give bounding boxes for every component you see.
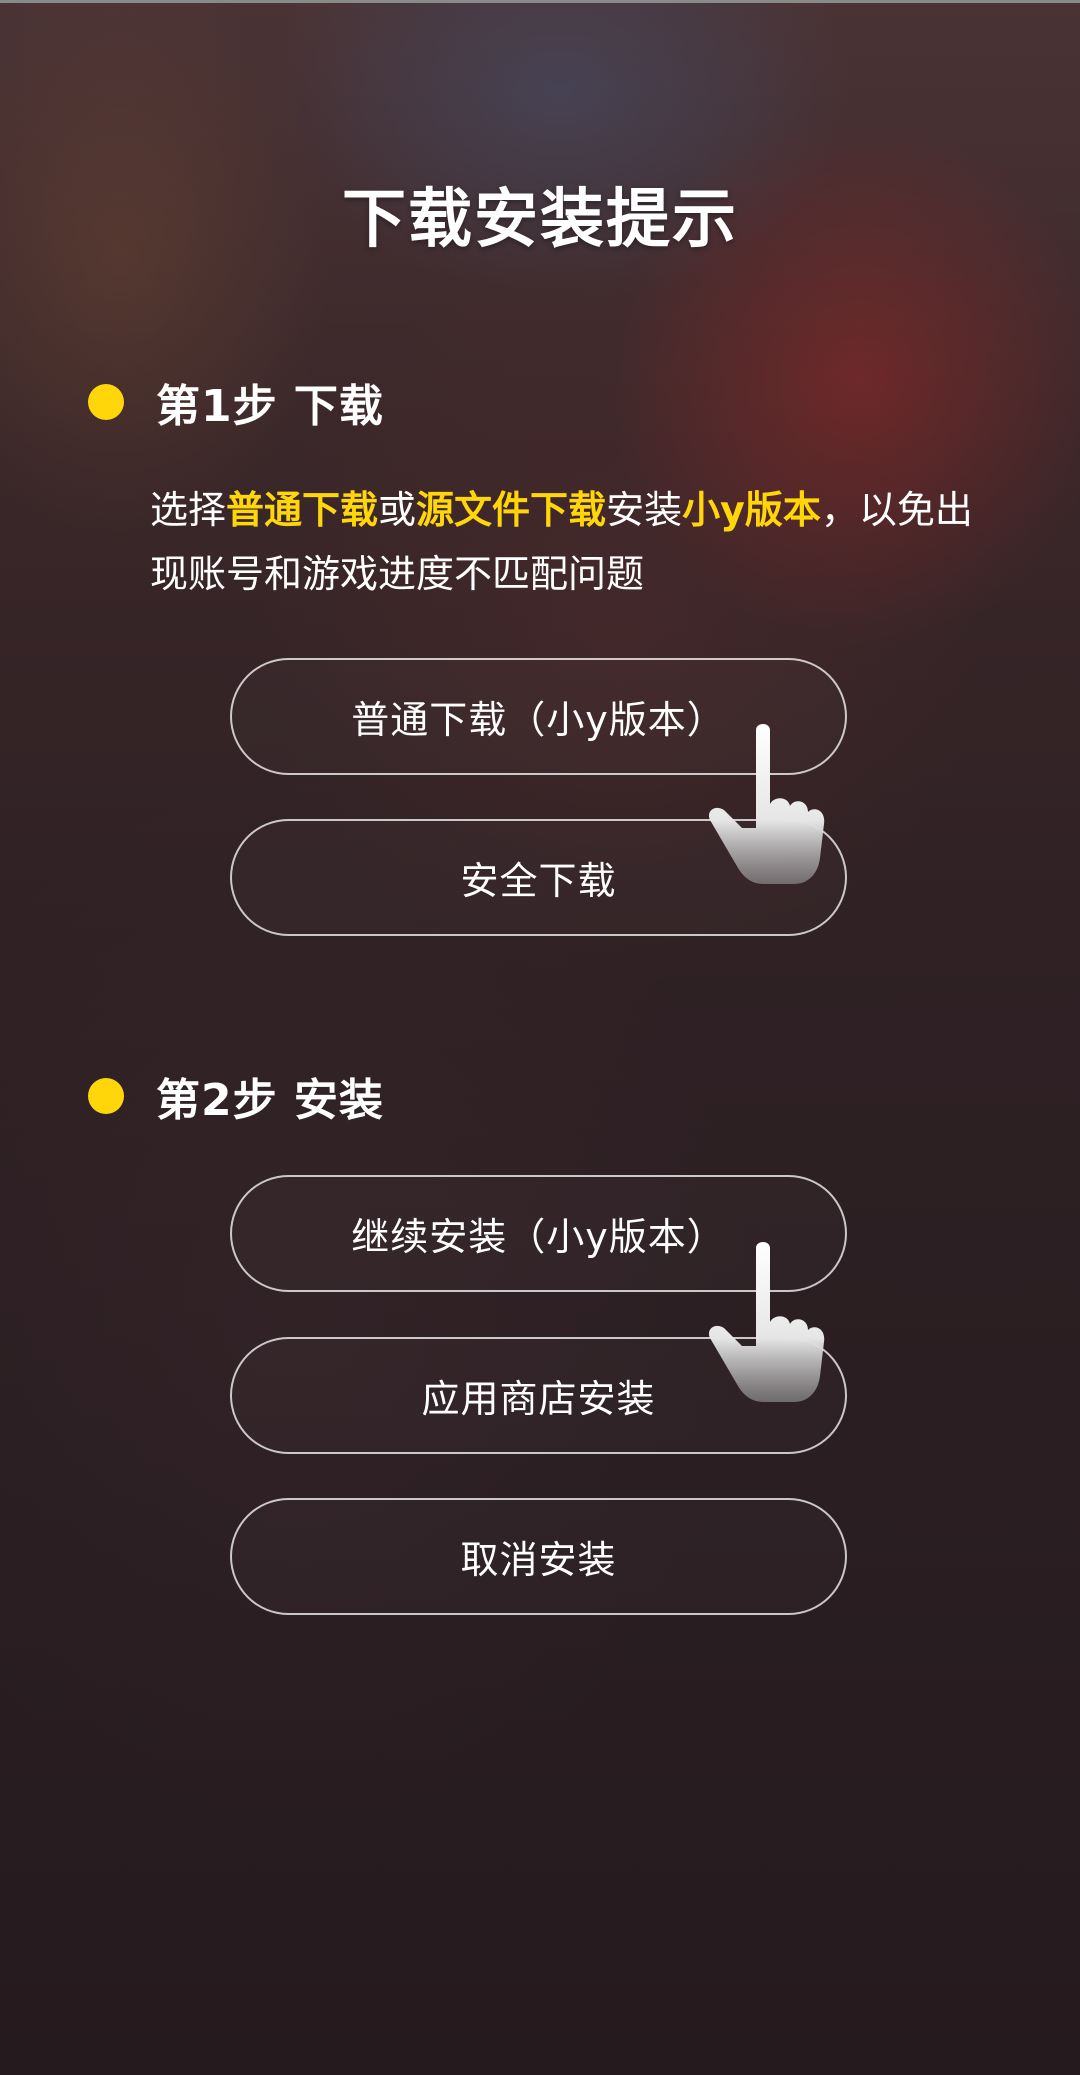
step-1-description: 选择普通下载或源文件下载安装小y版本，以免出现账号和游戏进度不匹配问题	[150, 478, 1000, 606]
continue-install-button[interactable]: 继续安装（小y版本）	[230, 1175, 847, 1292]
desc-text: 选择	[150, 488, 227, 532]
desc-highlight: 源文件下载	[416, 488, 607, 532]
safe-download-button[interactable]: 安全下载	[230, 819, 847, 936]
app-store-install-button[interactable]: 应用商店安装	[230, 1337, 847, 1454]
step-1-label: 第1步 下载	[156, 381, 384, 432]
step-1-header: 第1步 下载	[88, 370, 384, 434]
background-image	[0, 0, 1080, 2075]
step-2-header: 第2步 安装	[88, 1064, 384, 1128]
bullet-dot-icon	[88, 1078, 124, 1114]
bullet-dot-icon	[88, 384, 124, 420]
cancel-install-button[interactable]: 取消安装	[230, 1498, 847, 1615]
page-title: 下载安装提示	[342, 183, 738, 257]
desc-highlight: 普通下载	[226, 488, 379, 532]
normal-download-button[interactable]: 普通下载（小y版本）	[230, 658, 847, 775]
step-2-label: 第2步 安装	[156, 1075, 384, 1126]
desc-highlight: 小y版本	[682, 488, 821, 532]
desc-text: 或	[378, 488, 417, 532]
top-divider	[0, 0, 1080, 3]
desc-text: 安装	[606, 488, 683, 532]
